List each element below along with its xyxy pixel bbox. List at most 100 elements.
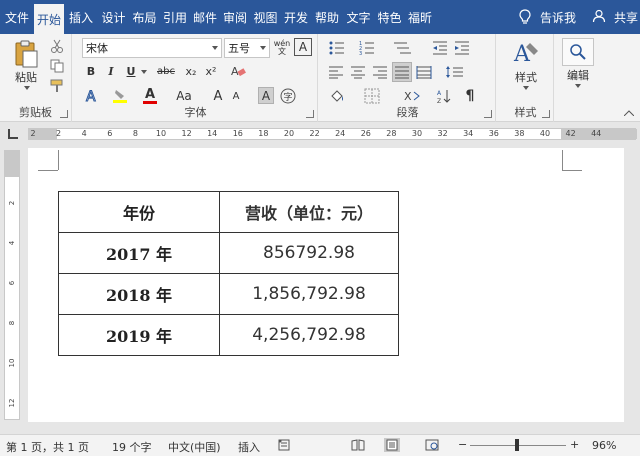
zoom-level[interactable]: 96%: [592, 439, 616, 452]
styles-gallery-icon[interactable]: A: [508, 38, 544, 68]
styles-dropdown-icon[interactable]: [521, 84, 531, 92]
decrease-indent-icon[interactable]: [430, 38, 450, 58]
styles-launcher-icon[interactable]: [542, 110, 550, 118]
clipboard-launcher-icon[interactable]: [60, 110, 68, 118]
align-left-icon[interactable]: [326, 62, 346, 82]
line-spacing-icon[interactable]: [442, 62, 468, 82]
numbering-icon[interactable]: 123: [356, 38, 382, 58]
paste-icon[interactable]: [10, 38, 42, 70]
editing-dropdown-icon[interactable]: [573, 82, 583, 90]
font-size-select[interactable]: 五号: [224, 38, 270, 58]
paste-dropdown-icon[interactable]: [22, 84, 32, 92]
font-launcher-icon[interactable]: [306, 110, 314, 118]
grow-font-button[interactable]: A: [210, 86, 226, 106]
tab-developer[interactable]: 开发: [281, 0, 311, 34]
table-cell-revenue[interactable]: 1,856,792.98: [219, 273, 399, 315]
text-effects-icon[interactable]: A: [82, 86, 102, 106]
table-cell-revenue[interactable]: 856792.98: [219, 232, 399, 274]
shading-icon[interactable]: [326, 86, 350, 106]
enclose-char-icon[interactable]: 字: [278, 86, 298, 106]
increase-indent-icon[interactable]: [452, 38, 472, 58]
language-indicator[interactable]: 中文(中国): [168, 439, 221, 455]
page-count[interactable]: 第 1 页，共 1 页: [6, 439, 89, 455]
find-icon[interactable]: [562, 38, 594, 66]
phonetic-guide-icon[interactable]: wén 文: [272, 38, 292, 58]
paste-button[interactable]: 粘贴: [10, 70, 42, 84]
font-color-button[interactable]: A: [140, 86, 160, 106]
tab-features[interactable]: 特色: [374, 0, 405, 34]
tab-help[interactable]: 帮助: [311, 0, 343, 34]
tab-view[interactable]: 视图: [250, 0, 281, 34]
bold-button[interactable]: B: [82, 62, 100, 80]
change-case-button[interactable]: Aa: [172, 86, 196, 106]
person-icon[interactable]: [592, 9, 608, 25]
copy-icon[interactable]: [48, 58, 66, 74]
align-center-icon[interactable]: [348, 62, 368, 82]
read-mode-icon[interactable]: [350, 438, 366, 452]
char-border-icon[interactable]: A: [294, 38, 312, 56]
vertical-ruler[interactable]: 2 4 6 8 10 12: [4, 150, 20, 420]
bullets-icon[interactable]: [326, 38, 352, 58]
tab-file[interactable]: 文件: [0, 0, 34, 34]
tab-insert[interactable]: 插入: [64, 0, 98, 34]
editing-button[interactable]: 编辑: [560, 68, 596, 82]
lightbulb-icon[interactable]: [516, 8, 534, 26]
ruler-tick-label: 6: [107, 129, 113, 138]
strikethrough-button[interactable]: abc: [154, 62, 178, 80]
subscript-button[interactable]: x₂: [182, 62, 200, 80]
tab-design[interactable]: 设计: [98, 0, 129, 34]
cut-icon[interactable]: [48, 38, 66, 54]
table-header-revenue[interactable]: 营收（单位：元）: [219, 191, 399, 233]
zoom-out-button[interactable]: −: [458, 438, 467, 451]
web-layout-icon[interactable]: [424, 438, 440, 452]
borders-icon[interactable]: [360, 86, 384, 106]
highlight-color-icon[interactable]: [110, 86, 130, 106]
tab-layout[interactable]: 布局: [129, 0, 160, 34]
document-page[interactable]: 年份 营收（单位：元） 2017 年 856792.98 2018 年 1,85…: [28, 148, 624, 422]
char-shading-button[interactable]: A: [258, 87, 274, 104]
collapse-ribbon-icon[interactable]: [622, 108, 636, 118]
word-count[interactable]: 19 个字: [112, 439, 152, 455]
share-button[interactable]: 共享: [614, 9, 638, 26]
chinese-layout-icon[interactable]: X: [400, 86, 424, 106]
tab-references[interactable]: 引用: [160, 0, 190, 34]
italic-button[interactable]: I: [102, 62, 120, 80]
font-name-select[interactable]: 宋体: [82, 38, 222, 58]
tab-mailings[interactable]: 邮件: [190, 0, 220, 34]
revenue-table[interactable]: 年份 营收（单位：元） 2017 年 856792.98 2018 年 1,85…: [58, 191, 399, 356]
paragraph-launcher-icon[interactable]: [484, 110, 492, 118]
sort-icon[interactable]: AZ: [434, 86, 454, 106]
tab-selector-icon[interactable]: [8, 129, 18, 139]
multilevel-list-icon[interactable]: [390, 38, 416, 58]
styles-button[interactable]: 样式: [508, 70, 544, 84]
table-header-year[interactable]: 年份: [58, 191, 220, 233]
underline-button[interactable]: U: [122, 62, 140, 80]
horizontal-ruler[interactable]: 2 2 4 6 8 10 12 14 16 18 20 22 24 26 28 30 32 34 36 38 40 42 4…: [0, 122, 640, 146]
crop-mark: [38, 170, 58, 171]
table-cell-year[interactable]: 2018 年: [58, 273, 220, 315]
clear-format-icon[interactable]: A: [228, 62, 248, 80]
align-right-icon[interactable]: [370, 62, 390, 82]
ruler-tick-label: 4: [81, 129, 87, 138]
zoom-in-button[interactable]: +: [570, 438, 579, 451]
superscript-button[interactable]: x²: [202, 62, 220, 80]
justify-icon[interactable]: [392, 62, 412, 82]
macro-record-icon[interactable]: [278, 439, 290, 454]
table-cell-revenue[interactable]: 4,256,792.98: [219, 314, 399, 356]
tab-text[interactable]: 文字: [343, 0, 374, 34]
distributed-icon[interactable]: [414, 62, 434, 82]
show-marks-icon[interactable]: ¶: [460, 86, 480, 106]
insert-mode[interactable]: 插入: [238, 439, 260, 455]
format-painter-icon[interactable]: [48, 78, 66, 94]
tab-foxit[interactable]: 福昕: [405, 0, 435, 34]
table-cell-year[interactable]: 2019 年: [58, 314, 220, 356]
tab-review[interactable]: 审阅: [220, 0, 250, 34]
svg-text:A: A: [231, 65, 239, 78]
shrink-font-button[interactable]: A: [228, 86, 244, 106]
zoom-slider-thumb[interactable]: [515, 439, 519, 451]
tab-home[interactable]: 开始: [34, 4, 64, 34]
print-layout-icon[interactable]: [384, 438, 400, 452]
tell-me-search[interactable]: 告诉我: [540, 9, 576, 26]
underline-dropdown-icon[interactable]: [140, 68, 148, 76]
table-cell-year[interactable]: 2017 年: [58, 232, 220, 274]
